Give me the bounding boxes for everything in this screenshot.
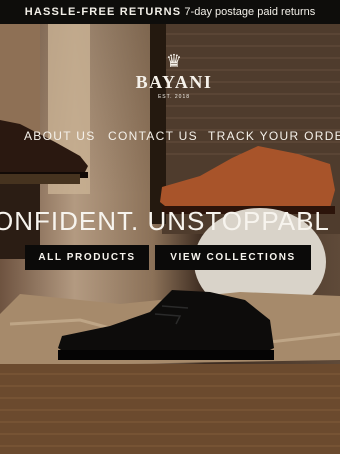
announcement-bold: HASSLE-FREE RETURNS bbox=[24, 6, 182, 18]
main-nav: ABOUT US CONTACT US TRACK YOUR ORDER bbox=[0, 129, 340, 145]
nav-item-contact-us[interactable]: CONTACT US bbox=[108, 129, 198, 143]
view-collections-button[interactable]: VIEW COLLECTIONS bbox=[155, 245, 311, 270]
brand-established: EST. 2018 bbox=[157, 94, 191, 100]
nav-item-track-your-order[interactable]: TRACK YOUR ORDER bbox=[208, 129, 340, 143]
hero-banner: ♛ BAYANI EST. 2018 ABOUT US CONTACT US T… bbox=[0, 24, 340, 454]
brand-logo[interactable]: ♛ BAYANI EST. 2018 bbox=[134, 52, 214, 100]
hero-headline: ONFIDENT. UNSTOPPABL bbox=[0, 206, 340, 240]
announcement-bar: HASSLE-FREE RETURNS 7-day postage paid r… bbox=[0, 0, 340, 24]
brand-name: BAYANI bbox=[135, 72, 213, 92]
nav-item-about-us[interactable]: ABOUT US bbox=[24, 129, 96, 143]
hero-headline-text: ONFIDENT. UNSTOPPABL bbox=[0, 206, 330, 236]
crown-icon: ♛ bbox=[165, 51, 183, 71]
announcement-text: 7-day postage paid returns bbox=[184, 6, 316, 18]
all-products-button[interactable]: ALL PRODUCTS bbox=[25, 245, 149, 270]
